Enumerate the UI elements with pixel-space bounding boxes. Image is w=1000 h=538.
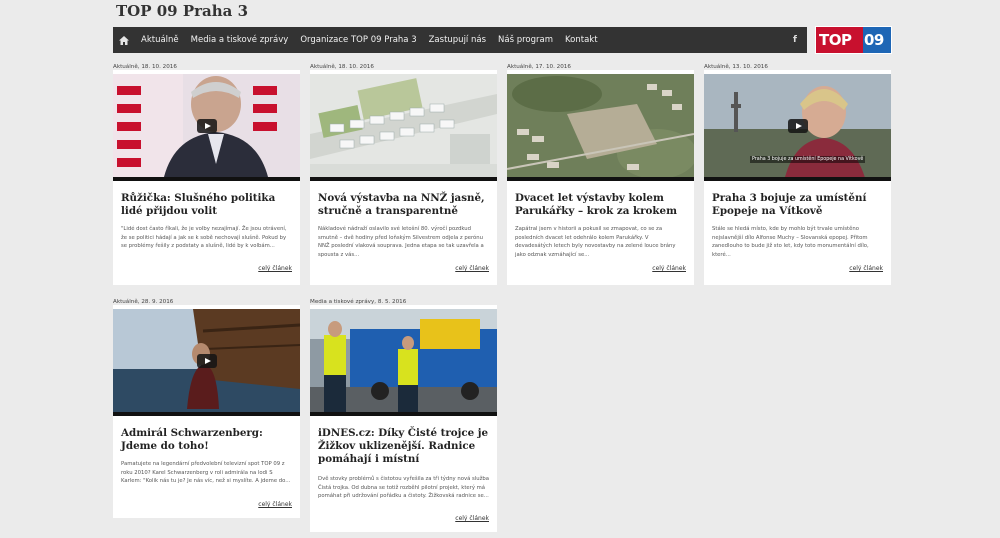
article-title[interactable]: Dvacet let výstavby kolem Parukářky – kr… — [515, 192, 687, 218]
article-date: Media a tiskové zprávy, 8. 5. 2016 — [310, 299, 407, 305]
article-card: Aktuálně, 13. 10. 2016 Praha 3 bojuje za… — [704, 64, 891, 285]
article-card: Aktuálně, 17. 10. 2016 Dvacet let výstav… — [507, 64, 694, 285]
video-caption: Praha 3 bojuje za umístění Epopeje na Ví… — [750, 156, 866, 163]
nav-item-zastupuji[interactable]: Zastupují nás — [423, 27, 492, 53]
article-card: Media a tiskové zprávy, 8. 5. 2016 iDNES… — [310, 299, 497, 532]
article-date: Aktuálně, 17. 10. 2016 — [507, 64, 571, 70]
nav-item-media[interactable]: Media a tiskové zprávy — [185, 27, 295, 53]
play-icon[interactable] — [196, 118, 217, 133]
article-excerpt: Dvě stovky problémů s čistotou vyřešila … — [318, 476, 490, 500]
facebook-icon[interactable]: f — [783, 35, 807, 45]
article-card: Aktuálně, 28. 9. 2016 Admirál Schwarzenb… — [113, 299, 300, 518]
article-excerpt: Nákladové nádraží oslavilo své letošní 8… — [318, 226, 484, 258]
aerial-plan-image[interactable] — [310, 74, 497, 181]
play-icon[interactable] — [196, 353, 217, 368]
article-excerpt: Zapátral jsem v historii a pokusil se zm… — [515, 226, 676, 258]
aerial-photo-image[interactable] — [507, 74, 694, 181]
main-nav: Aktuálně Media a tiskové zprávy Organiza… — [113, 27, 807, 53]
nav-item-kontakt[interactable]: Kontakt — [559, 27, 604, 53]
article-date: Aktuálně, 28. 9. 2016 — [113, 299, 174, 305]
read-more-link[interactable]: celý článek — [455, 515, 489, 522]
logo-text-top: TOP — [816, 27, 863, 53]
home-icon[interactable] — [113, 27, 135, 53]
read-more-link[interactable]: celý článek — [258, 501, 292, 508]
article-title[interactable]: Růžička: Slušného politika lidé přijdou … — [121, 192, 293, 218]
article-date: Aktuálně, 18. 10. 2016 — [310, 64, 374, 70]
article-excerpt: Stále se hledá místo, kde by mohlo být t… — [712, 226, 869, 258]
article-card: Aktuálně, 18. 10. 2016 Nová výstavba na … — [310, 64, 497, 285]
nav-item-organizace[interactable]: Organizace TOP 09 Praha 3 — [294, 27, 422, 53]
article-card: Aktuálně, 18. 10. 2016 Růžička: Slušného… — [113, 64, 300, 285]
read-more-link[interactable]: celý článek — [258, 265, 292, 272]
article-excerpt: "Lidé dost často říkali, že je volby nez… — [121, 226, 287, 250]
read-more-link[interactable]: celý článek — [455, 265, 489, 272]
nav-item-program[interactable]: Náš program — [492, 27, 559, 53]
interview-video-image[interactable] — [113, 74, 300, 181]
top09-logo[interactable]: TOP 09 — [815, 26, 892, 54]
read-more-link[interactable]: celý článek — [849, 265, 883, 272]
article-title[interactable]: Nová výstavba na NNŽ jasně, stručně a tr… — [318, 192, 490, 218]
article-date: Aktuálně, 13. 10. 2016 — [704, 64, 768, 70]
play-icon[interactable] — [787, 118, 808, 133]
article-title[interactable]: Praha 3 bojuje za umístění Epopeje na Ví… — [712, 192, 884, 218]
article-title[interactable]: iDNES.cz: Díky Čisté trojce je Žižkov uk… — [318, 427, 490, 466]
read-more-link[interactable]: celý článek — [652, 265, 686, 272]
article-date: Aktuálně, 18. 10. 2016 — [113, 64, 177, 70]
article-excerpt: Pamatujete na legendární předvolební tel… — [121, 461, 291, 485]
ship-video-image[interactable] — [113, 309, 300, 416]
street-workers-image[interactable] — [310, 309, 497, 416]
article-title[interactable]: Admirál Schwarzenberg: Jdeme do toho! — [121, 427, 293, 453]
logo-text-09: 09 — [863, 27, 891, 53]
woman-video-image[interactable]: Praha 3 bojuje za umístění Epopeje na Ví… — [704, 74, 891, 181]
site-title[interactable]: TOP 09 Praha 3 — [116, 2, 248, 20]
nav-item-aktualne[interactable]: Aktuálně — [135, 27, 185, 53]
